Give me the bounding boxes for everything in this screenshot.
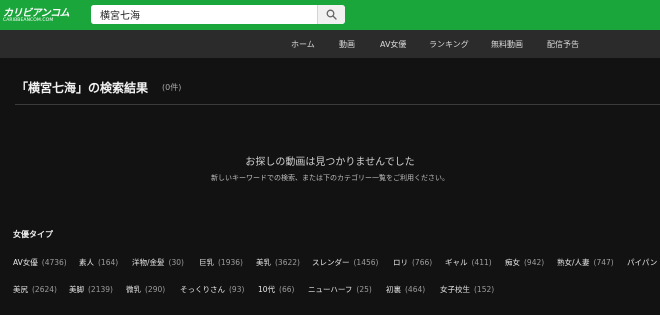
category-count: (2139) — [88, 285, 113, 294]
category-count: (4736) — [41, 258, 67, 267]
category-count: (1936) — [218, 258, 243, 267]
category-link[interactable]: パイパン — [627, 257, 657, 268]
no-results-hint: 新しいキーワードでの検索、または下のカテゴリー一覧をご利用ください。 — [211, 174, 449, 182]
category-label: 10代 — [258, 285, 276, 294]
main-nav: ホーム 動画 AV女優 ランキング 無料動画 配信予告 — [0, 30, 660, 58]
category-count: (30) — [168, 258, 184, 267]
divider — [15, 104, 660, 105]
category-link[interactable]: スレンダー (1456) — [312, 257, 378, 268]
category-count: (93) — [229, 285, 245, 294]
category-label: 美乳 — [256, 258, 271, 267]
category-count: (942) — [524, 258, 545, 267]
category-label: 熟女/人妻 — [557, 258, 590, 267]
page-title: 「横宮七海」の検索結果 — [16, 81, 149, 95]
category-link[interactable]: 洋物/金髪 (30) — [132, 257, 184, 268]
category-count: (747) — [593, 258, 614, 267]
logo-subtext: CARIBBEANCOM.COM — [3, 18, 54, 23]
category-count: (411) — [471, 258, 492, 267]
category-count: (66) — [279, 285, 295, 294]
category-label: 美脚 — [69, 285, 84, 294]
category-link[interactable]: 微乳 (290) — [126, 284, 165, 295]
category-link[interactable]: 初裏 (464) — [386, 284, 425, 295]
category-link[interactable]: そっくりさん (93) — [180, 284, 244, 295]
nav-item-videos[interactable]: 動画 — [339, 39, 355, 50]
category-count: (3622) — [275, 258, 300, 267]
category-link[interactable]: ニューハーフ (25) — [308, 284, 372, 295]
category-link[interactable]: 熟女/人妻 (747) — [557, 257, 614, 268]
nav-item-free-videos[interactable]: 無料動画 — [491, 39, 523, 50]
category-label: 洋物/金髪 — [132, 258, 165, 267]
category-link[interactable]: 10代 (66) — [258, 284, 294, 295]
no-results-message: お探しの動画は見つかりませんでした — [245, 157, 415, 168]
category-label: パイパン — [627, 258, 658, 267]
category-link[interactable]: AV女優 (4736) — [13, 257, 67, 268]
logo-text: カリビアンコム — [3, 8, 70, 19]
search-icon — [326, 9, 337, 20]
site-logo[interactable]: カリビアンコム CARIBBEANCOM.COM — [3, 4, 70, 26]
category-label: ロリ — [393, 258, 408, 267]
category-link[interactable]: 美尻 (2624) — [13, 284, 57, 295]
nav-item-home[interactable]: ホーム — [291, 39, 315, 50]
header-bar: カリビアンコム CARIBBEANCOM.COM — [0, 0, 660, 30]
category-label: 巨乳 — [199, 258, 214, 267]
category-count: (290) — [145, 285, 166, 294]
category-label: 女子校生 — [440, 285, 470, 294]
category-link[interactable]: ギャル (411) — [445, 257, 492, 268]
category-label: ニューハーフ — [308, 285, 353, 294]
category-label: そっくりさん — [180, 285, 225, 294]
category-count: (464) — [405, 285, 426, 294]
category-link[interactable]: ロリ (766) — [393, 257, 432, 268]
category-link[interactable]: 美乳 (3622) — [256, 257, 300, 268]
category-count: (25) — [356, 285, 372, 294]
category-label: 美尻 — [13, 285, 28, 294]
category-label: 素人 — [79, 258, 94, 267]
category-count: (2624) — [32, 285, 57, 294]
category-label: 初裏 — [386, 285, 401, 294]
category-count: (766) — [412, 258, 433, 267]
category-count: (164) — [98, 258, 119, 267]
category-count: (152) — [474, 285, 495, 294]
nav-item-upcoming[interactable]: 配信予告 — [547, 39, 579, 50]
nav-item-ranking[interactable]: ランキング — [429, 39, 469, 50]
category-heading: 女優タイプ — [13, 230, 53, 239]
category-label: ギャル — [445, 258, 468, 267]
category-link[interactable]: 美脚 (2139) — [69, 284, 113, 295]
category-label: AV女優 — [13, 258, 38, 267]
search-button[interactable] — [317, 5, 345, 24]
search-input[interactable] — [91, 5, 317, 24]
category-link[interactable]: 痴女 (942) — [505, 257, 544, 268]
search-box — [91, 5, 345, 24]
result-count: (0件) — [162, 83, 182, 92]
category-link[interactable]: 巨乳 (1936) — [199, 257, 243, 268]
nav-item-av-actresses[interactable]: AV女優 — [380, 39, 406, 50]
category-label: 痴女 — [505, 258, 520, 267]
category-label: 微乳 — [126, 285, 141, 294]
category-label: スレンダー — [312, 258, 350, 267]
category-count: (1456) — [353, 258, 379, 267]
category-link[interactable]: 女子校生 (152) — [440, 284, 494, 295]
category-link[interactable]: 素人 (164) — [79, 257, 118, 268]
